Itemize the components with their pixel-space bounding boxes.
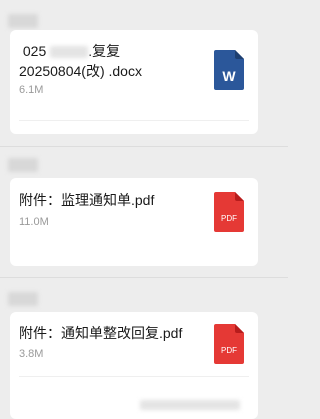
sender-name-blurred (8, 292, 38, 306)
file-type-label: PDF (221, 346, 237, 355)
file-size: 3.8M (19, 348, 44, 360)
file-name: 附件：监理通知单.pdf (19, 192, 155, 208)
sender-name-blurred (8, 158, 38, 172)
file-name: 025 .复复 20250804(改) .docx (19, 43, 142, 79)
pdf-icon: PDF (214, 192, 244, 232)
pdf-icon: PDF (214, 324, 244, 364)
file-size: 6.1M (19, 84, 44, 96)
card-footer-divider (19, 376, 249, 377)
file-type-label: W (222, 68, 236, 84)
file-type-label: PDF (221, 214, 237, 223)
message-divider (0, 277, 288, 278)
message-divider (0, 146, 288, 147)
file-name: 附件：通知单整改回复.pdf (19, 325, 183, 341)
card-footer-divider (19, 120, 249, 121)
file-message-card[interactable]: 附件：通知单整改回复.pdf 3.8M PDF (10, 312, 258, 419)
sender-name-blurred (8, 14, 38, 28)
file-message-card[interactable]: 025 .复复 20250804(改) .docx 6.1M W (10, 30, 258, 134)
file-message-card[interactable]: 附件：监理通知单.pdf 11.0M PDF (10, 178, 258, 266)
file-size: 11.0M (19, 216, 49, 228)
word-doc-icon: W (214, 50, 244, 90)
redacted-text (50, 46, 88, 58)
redacted-text (140, 400, 240, 410)
